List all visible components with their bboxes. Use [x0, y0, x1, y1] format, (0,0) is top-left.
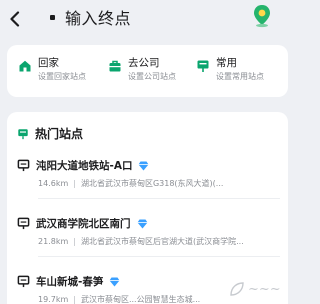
station-distance: 19.7km [38, 295, 69, 304]
quick-item-home[interactable]: 回家 设置回家站点 [18, 57, 86, 83]
divider [38, 198, 280, 199]
hot-stations-card: 热门站点 沌阳大道地铁站-A口 14.6km | 湖北省武汉市蔡甸区G318(东… [7, 112, 288, 304]
destination-search-input[interactable]: 输入终点 [38, 3, 250, 31]
quick-access-card: 回家 设置回家站点 去公司 设置公司站点 常用 设置常用站点 [7, 45, 288, 97]
quick-item-frequent[interactable]: 常用 设置常用站点 [196, 57, 264, 83]
briefcase-icon [109, 60, 121, 72]
search-input-text: 输入终点 [65, 9, 132, 28]
diamond-badge-icon [138, 161, 149, 170]
station-distance: 14.6km [38, 179, 69, 188]
watermark-text: ~~~ [248, 281, 281, 297]
station-name: 车山新城-春笋 [36, 276, 104, 288]
home-icon [19, 60, 31, 72]
quick-item-company[interactable]: 去公司 设置公司站点 [108, 57, 176, 83]
watermark-logo: ~~~ [229, 278, 291, 300]
map-pin-icon [254, 5, 270, 28]
diamond-badge-icon [109, 277, 120, 286]
station-icon [17, 159, 30, 172]
station-item[interactable]: 沌阳大道地铁站-A口 14.6km | 湖北省武汉市蔡甸区G318(东风大道)(… [17, 158, 282, 189]
watermark-leaf-icon [230, 282, 244, 296]
quick-item-subtitle: 设置回家站点 [38, 72, 86, 81]
station-name: 沌阳大道地铁站-A口 [36, 160, 133, 172]
destination-marker-icon [50, 14, 55, 20]
station-name: 武汉商学院北区南门 [36, 218, 131, 230]
chevron-left-icon [10, 11, 20, 27]
quick-item-title: 去公司 [128, 57, 160, 69]
station-distance: 21.8km [38, 237, 69, 246]
station-item[interactable]: 武汉商学院北区南门 21.8km | 湖北省武汉市蔡甸区后官湖大道(武汉商学院.… [17, 216, 282, 247]
quick-item-subtitle: 设置公司站点 [128, 72, 176, 81]
station-sign-icon [197, 60, 209, 72]
map-pick-button[interactable] [250, 3, 274, 29]
top-bar: 输入终点 [0, 0, 295, 38]
station-sign-icon [18, 128, 28, 139]
separator: | [73, 295, 76, 304]
diamond-badge-icon [137, 219, 147, 228]
station-address: 武汉市蔡甸区...公园智慧生态城... [80, 295, 201, 304]
hot-stations-title: 热门站点 [35, 127, 84, 141]
hot-stations-header: 热门站点 [17, 125, 83, 142]
station-icon [17, 275, 30, 288]
quick-item-subtitle: 设置常用站点 [216, 72, 264, 81]
separator: | [73, 179, 76, 188]
back-button[interactable] [0, 0, 30, 38]
quick-item-title: 回家 [38, 57, 59, 69]
divider [38, 256, 280, 257]
quick-item-title: 常用 [216, 57, 237, 69]
separator: | [73, 237, 76, 246]
station-address: 湖北省武汉市蔡甸区G318(东风大道)(... [80, 179, 224, 188]
station-address: 湖北省武汉市蔡甸区后官湖大道(武汉商学院... [80, 237, 244, 246]
station-icon [17, 217, 30, 230]
